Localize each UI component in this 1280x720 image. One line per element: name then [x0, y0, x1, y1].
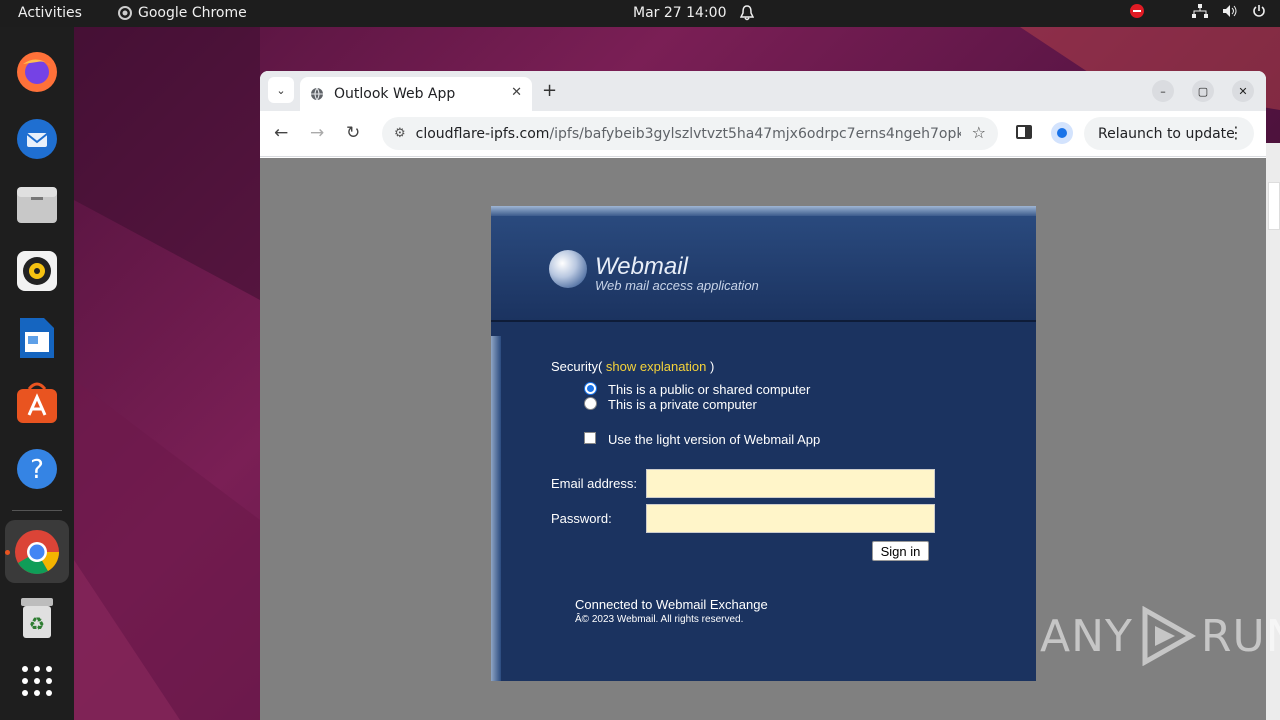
close-tab-icon[interactable]: ✕ [511, 85, 522, 100]
light-version-label: Use the light version of Webmail App [608, 432, 821, 447]
url-host: cloudflare-ipfs.com [415, 125, 550, 142]
sign-in-button[interactable]: Sign in [872, 541, 929, 561]
email-field[interactable] [646, 469, 935, 498]
radio-public-label: This is a public or shared computer [608, 382, 811, 397]
trash-icon[interactable]: ♻ [13, 594, 61, 642]
globe-logo-icon [549, 250, 587, 288]
help-icon[interactable]: ? [13, 445, 61, 493]
back-arrow-icon[interactable]: ← [274, 123, 288, 143]
reload-icon[interactable]: ↻ [346, 123, 360, 143]
radio-public-computer[interactable] [584, 382, 597, 395]
globe-icon [311, 87, 323, 101]
site-info-icon[interactable]: ⚙ [394, 126, 406, 141]
brand-title: Webmail [595, 253, 688, 280]
radio-private-label: This is a private computer [608, 397, 757, 412]
security-close: ) [710, 359, 715, 374]
brand-subtitle: Web mail access application [595, 278, 759, 293]
notification-bell-icon[interactable] [739, 5, 755, 25]
radio-private-computer[interactable] [584, 397, 597, 410]
password-label: Password: [551, 511, 612, 526]
firefox-icon[interactable] [13, 48, 61, 96]
files-icon[interactable] [13, 181, 61, 229]
chrome-icon[interactable] [13, 528, 61, 576]
watermark-right: RUN [1200, 610, 1280, 662]
top-bar: Activities Google Chrome Mar 27 14:00 [0, 0, 1280, 27]
webmail-panel: Webmail Web mail access application Secu… [491, 206, 1036, 681]
password-field[interactable] [646, 504, 935, 533]
volume-icon[interactable] [1222, 4, 1238, 18]
panel-top-bar [491, 206, 1036, 216]
profile-avatar-icon[interactable] [1051, 122, 1073, 144]
do-not-disturb-icon[interactable] [1130, 4, 1144, 18]
address-bar[interactable]: ⚙ cloudflare-ipfs.com/ipfs/bafybeib3gyls… [382, 117, 998, 150]
app-name-label: Google Chrome [138, 5, 247, 21]
url-text: cloudflare-ipfs.com/ipfs/bafybeib3gylszl… [416, 126, 961, 142]
relaunch-label: Relaunch to update [1098, 125, 1235, 142]
dock: ? ♻ [0, 27, 74, 720]
bookmark-star-icon[interactable]: ☆ [972, 123, 986, 142]
show-apps-icon[interactable] [13, 657, 61, 705]
close-window-icon[interactable]: ✕ [1232, 80, 1254, 102]
svg-text:♻: ♻ [29, 614, 45, 635]
libreoffice-writer-icon[interactable] [13, 314, 61, 362]
menu-kebab-icon[interactable]: ⋮ [1228, 123, 1244, 142]
light-version-checkbox[interactable] [584, 432, 596, 444]
dock-separator [12, 510, 62, 511]
play-triangle-icon [1142, 606, 1196, 666]
copyright-text: Â© 2023 Webmail. All rights reserved. [575, 614, 744, 625]
chrome-small-icon [118, 6, 132, 20]
app-center-icon[interactable] [13, 379, 61, 427]
system-tray[interactable] [1130, 4, 1266, 18]
relaunch-button[interactable]: Relaunch to update ⋮ [1084, 117, 1254, 150]
power-icon[interactable] [1252, 4, 1266, 18]
watermark-left: ANY [1040, 610, 1133, 662]
panel-divider [491, 320, 1036, 322]
side-panel-icon[interactable] [1016, 125, 1032, 139]
running-indicator [5, 550, 10, 555]
network-icon[interactable] [1192, 4, 1208, 18]
minimize-icon[interactable]: – [1152, 80, 1174, 102]
chevron-down-icon: ⌄ [276, 83, 286, 97]
forward-arrow-icon[interactable]: → [310, 123, 324, 143]
anyrun-watermark: ANY RUN [1040, 606, 1280, 666]
activities-button[interactable]: Activities [18, 5, 82, 21]
clock[interactable]: Mar 27 14:00 [633, 5, 726, 21]
tab-outlook-web-app[interactable]: Outlook Web App ✕ [300, 77, 532, 111]
show-explanation-link[interactable]: show explanation [606, 359, 706, 374]
panel-left-accent [491, 336, 501, 681]
tab-search-button[interactable]: ⌄ [268, 77, 294, 103]
background-window-control [1268, 182, 1280, 230]
new-tab-icon[interactable]: + [542, 80, 557, 101]
svg-text:?: ? [30, 455, 44, 485]
browser-toolbar: ← → ↻ ⚙ cloudflare-ipfs.com/ipfs/bafybei… [260, 111, 1266, 157]
security-label: Security( [551, 359, 603, 374]
url-path: /ipfs/bafybeib3gylszlvtvzt5ha47mjx6odrpc… [549, 125, 961, 142]
connected-text: Connected to Webmail Exchange [575, 597, 768, 612]
panel-header: Webmail Web mail access application [491, 216, 1036, 320]
tab-strip: ⌄ Outlook Web App ✕ + – ▢ ✕ [260, 71, 1266, 111]
maximize-icon[interactable]: ▢ [1192, 80, 1214, 102]
app-menu[interactable]: Google Chrome [118, 5, 247, 21]
thunderbird-icon[interactable] [13, 115, 61, 163]
rhythmbox-icon[interactable] [13, 247, 61, 295]
tab-title: Outlook Web App [334, 86, 456, 102]
email-label: Email address: [551, 476, 637, 491]
security-line: Security( show explanation ) [551, 359, 714, 374]
